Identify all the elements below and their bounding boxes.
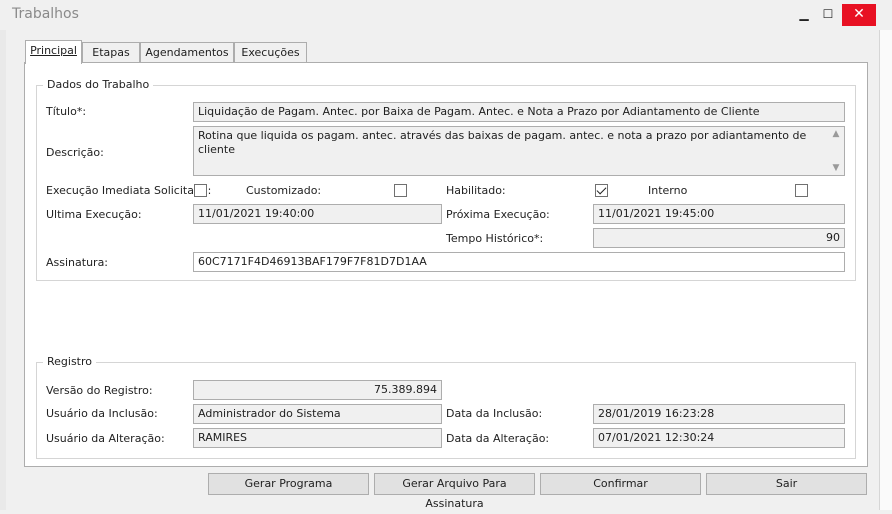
customizado-label: Customizado:: [246, 184, 322, 197]
data-alteracao-label: Data da Alteração:: [446, 432, 550, 445]
proxima-execucao-field[interactable]: 11/01/2021 19:45:00: [593, 204, 845, 224]
window-title: Trabalhos: [12, 6, 79, 22]
tempo-historico-field[interactable]: 90: [593, 228, 845, 248]
tempo-historico-label: Tempo Histórico*:: [446, 232, 544, 245]
habilitado-label: Habilitado:: [446, 184, 506, 197]
data-inclusao-field[interactable]: 28/01/2019 16:23:28: [593, 404, 845, 424]
descricao-text: Rotina que liquida os pagam. antec. atra…: [198, 129, 807, 156]
background-window-edge-left: [0, 30, 6, 510]
titulo-label: Título*:: [46, 105, 87, 118]
ultima-execucao-label: Ultima Execução:: [46, 208, 142, 221]
tab-principal-label: Principal: [30, 44, 77, 57]
maximize-icon[interactable]: ☐: [811, 4, 845, 26]
gerar-programa-button[interactable]: Gerar Programa: [208, 473, 369, 495]
background-window-edge-right: [879, 30, 892, 510]
scroll-up-icon[interactable]: ▲: [828, 127, 844, 141]
descricao-scrollbar[interactable]: ▲ ▼: [828, 127, 844, 175]
sair-button[interactable]: Sair: [706, 473, 867, 495]
usuario-alteracao-field[interactable]: RAMIRES: [193, 428, 442, 448]
usuario-alteracao-label: Usuário da Alteração:: [46, 432, 165, 445]
assinatura-field[interactable]: 60C7171F4D46913BAF179F7F81D7D1AA: [193, 252, 845, 272]
scroll-down-icon[interactable]: ▼: [828, 161, 844, 175]
tab-agendamentos-label: Agendamentos: [145, 46, 229, 59]
habilitado-checkbox[interactable]: [595, 184, 608, 197]
versao-registro-field[interactable]: 75.389.894: [193, 380, 442, 400]
titulo-field[interactable]: Liquidação de Pagam. Antec. por Baixa de…: [193, 102, 845, 122]
tab-etapas-label: Etapas: [92, 46, 130, 59]
registro-legend: Registro: [43, 355, 97, 368]
gerar-arquivo-assinatura-button[interactable]: Gerar Arquivo Para Assinatura: [374, 473, 535, 510]
dados-do-trabalho-legend: Dados do Trabalho: [43, 78, 154, 91]
tab-execucoes[interactable]: Execuções: [234, 42, 307, 63]
tab-principal[interactable]: Principal: [25, 40, 82, 64]
execucao-imediata-label: Execução Imediata Solicitada:: [46, 184, 212, 197]
assinatura-label: Assinatura:: [46, 256, 109, 269]
title-bar[interactable]: Trabalhos ▁ ☐ ✕: [0, 0, 892, 30]
tab-etapas[interactable]: Etapas: [82, 42, 140, 63]
descricao-label: Descrição:: [46, 146, 104, 159]
execucao-imediata-checkbox[interactable]: [194, 184, 207, 197]
descricao-field[interactable]: Rotina que liquida os pagam. antec. atra…: [193, 126, 845, 176]
tab-agendamentos[interactable]: Agendamentos: [140, 42, 234, 63]
close-icon[interactable]: ✕: [842, 4, 876, 26]
versao-registro-label: Versão do Registro:: [46, 384, 153, 397]
ultima-execucao-field[interactable]: 11/01/2021 19:40:00: [193, 204, 442, 224]
data-inclusao-label: Data da Inclusão:: [446, 407, 543, 420]
confirmar-button[interactable]: Confirmar: [540, 473, 701, 495]
usuario-inclusao-label: Usuário da Inclusão:: [46, 407, 158, 420]
interno-label: Interno: [648, 184, 688, 197]
tab-panel-principal: Dados do Trabalho Título*: Liquidação de…: [24, 62, 868, 467]
data-alteracao-field[interactable]: 07/01/2021 12:30:24: [593, 428, 845, 448]
usuario-inclusao-field[interactable]: Administrador do Sistema: [193, 404, 442, 424]
customizado-checkbox[interactable]: [394, 184, 407, 197]
tab-execucoes-label: Execuções: [241, 46, 300, 59]
proxima-execucao-label: Próxima Execução:: [446, 208, 550, 221]
trabalhos-window: Trabalhos ▁ ☐ ✕ Principal Etapas Agendam…: [0, 0, 892, 510]
interno-checkbox[interactable]: [795, 184, 808, 197]
